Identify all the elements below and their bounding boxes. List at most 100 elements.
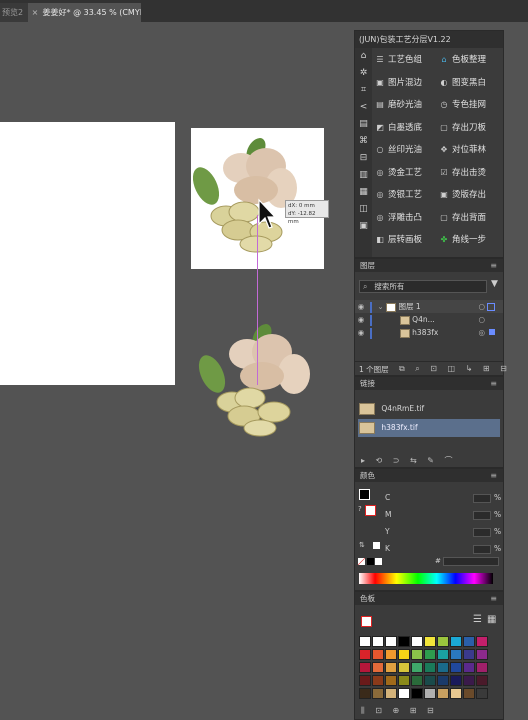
color-swatch[interactable] [372, 662, 384, 673]
visibility-eye-icon[interactable]: ◉ [355, 313, 367, 326]
color-swatch[interactable] [398, 662, 410, 673]
color-swatch[interactable] [372, 688, 384, 699]
color-swatch[interactable] [398, 636, 410, 647]
color-swatch[interactable] [424, 636, 436, 647]
plugin-button[interactable]: ◷ 专色挂网 [439, 97, 487, 113]
links-footer-icons[interactable]: ▸ ⟲ ⊃ ⇆ ✎ ⌒ [361, 455, 457, 466]
color-swatch[interactable] [476, 662, 488, 673]
link-item-selected[interactable]: h383fx.tif [358, 419, 500, 437]
color-swatch[interactable] [424, 688, 436, 699]
tab-preview2[interactable]: 预览2 [0, 3, 28, 22]
layers-footer-icons[interactable]: ⧉ ⌕ ⊡ ◫ ↳ ⊞ ⊟ [399, 364, 511, 374]
plugin-strip-icon[interactable]: ▦ [355, 184, 372, 201]
plugin-strip-icon[interactable]: < [355, 99, 372, 116]
color-swatch[interactable] [424, 662, 436, 673]
color-swatch[interactable] [385, 675, 397, 686]
tab-active-document[interactable]: × 姜姜好* @ 33.45 % (CMYK/预览) [28, 3, 141, 22]
color-swatch[interactable] [411, 636, 423, 647]
color-swatch[interactable] [437, 649, 449, 660]
plugin-strip-icon[interactable]: ▤ [355, 116, 372, 133]
grid-view-icon[interactable]: ▦ [487, 614, 496, 625]
channel-value-field[interactable] [473, 528, 491, 537]
color-swatch[interactable] [450, 675, 462, 686]
stroke-color-box[interactable] [365, 505, 376, 516]
plugin-strip-icon[interactable]: ⌘ [355, 133, 372, 150]
color-swatch[interactable] [359, 688, 371, 699]
color-swatch[interactable] [385, 662, 397, 673]
layers-search-field[interactable]: ⌕ 搜索所有 [359, 280, 487, 293]
color-swatch[interactable] [437, 636, 449, 647]
layer-row-parent[interactable]: ◉ ⌄ 图层 1 ○ [355, 300, 503, 313]
panel-menu-icon[interactable]: ≡ [490, 377, 497, 390]
panel-menu-icon[interactable]: ≡ [490, 592, 497, 605]
color-swatch[interactable] [424, 649, 436, 660]
plugin-button[interactable]: ▢ 存出背面 [439, 210, 486, 226]
color-swatch[interactable] [450, 688, 462, 699]
panel-menu-icon[interactable]: ≡ [490, 469, 497, 482]
plugin-strip-icon[interactable]: ◫ [355, 201, 372, 218]
swatch-fill-stroke-indicator[interactable] [361, 616, 372, 627]
link-item[interactable]: Q4nRmE.tif [359, 401, 499, 417]
color-swatch[interactable] [463, 636, 475, 647]
channel-value-field[interactable] [473, 494, 491, 503]
plugin-strip-icon[interactable]: ▣ [355, 218, 372, 235]
color-swatch[interactable] [437, 662, 449, 673]
none-chip[interactable] [358, 558, 365, 565]
panel-menu-icon[interactable]: ≡ [490, 259, 497, 272]
channel-value-field[interactable] [473, 511, 491, 520]
close-tab-icon[interactable]: × [30, 3, 40, 22]
list-view-icon[interactable]: ☰ [473, 614, 482, 625]
ginger-image-bottom[interactable] [190, 312, 330, 442]
target-circle-icon[interactable]: ○ [478, 300, 485, 313]
plugin-button[interactable]: ◐ 图变黑白 [439, 75, 487, 91]
plugin-strip-icon[interactable]: ⌗ [355, 82, 372, 99]
color-swatch[interactable] [450, 636, 462, 647]
white-chip-2[interactable] [375, 558, 382, 565]
black-chip[interactable] [367, 558, 374, 565]
color-swatch[interactable] [476, 649, 488, 660]
ginger-image-top[interactable] [186, 128, 326, 258]
white-chip[interactable] [373, 542, 380, 549]
channel-value-field[interactable] [473, 545, 491, 554]
color-swatch[interactable] [411, 662, 423, 673]
color-swatch[interactable] [463, 649, 475, 660]
color-swatch[interactable] [463, 675, 475, 686]
fill-color-box[interactable] [359, 489, 370, 500]
plugin-button[interactable]: ▣ 图片混边 [375, 75, 422, 91]
layer-row-child[interactable]: ◉ Q4n... ○ [355, 313, 503, 326]
color-swatch[interactable] [359, 636, 371, 647]
color-swatch[interactable] [476, 636, 488, 647]
plugin-button[interactable]: ◩ 白墨透底 [375, 120, 422, 136]
filter-icon[interactable]: ▼ [491, 279, 498, 289]
swap-icon[interactable]: ⇅ [359, 541, 365, 549]
plugin-strip-icon[interactable]: ⌂ [355, 48, 372, 65]
swatches-footer-icons[interactable]: ⫼ ⊡ ⊕ ⊞ ⊟ [361, 706, 438, 716]
selection-square-icon[interactable] [487, 303, 495, 311]
layer-row-child[interactable]: ◉ h383fx ◎ [355, 326, 503, 339]
color-swatch[interactable] [398, 675, 410, 686]
color-swatch[interactable] [385, 636, 397, 647]
color-swatch[interactable] [450, 662, 462, 673]
hex-field[interactable] [443, 557, 499, 566]
color-swatch[interactable] [463, 688, 475, 699]
color-swatch[interactable] [411, 675, 423, 686]
plugin-button[interactable]: ▣ 烫版存出 [439, 187, 486, 203]
color-swatch[interactable] [359, 649, 371, 660]
plugin-button[interactable]: ✤ 角线一步 [439, 232, 486, 248]
plugin-button[interactable]: ◎ 浮雕击凸 [375, 210, 423, 226]
target-circle-icon[interactable]: ◎ [478, 326, 485, 339]
color-swatch[interactable] [398, 688, 410, 699]
color-swatch[interactable] [385, 649, 397, 660]
color-swatch[interactable] [424, 675, 436, 686]
color-swatch[interactable] [463, 662, 475, 673]
plugin-button[interactable]: ▢ 存出刀板 [439, 120, 486, 136]
plugin-button[interactable]: ⌂ 色板整理 [439, 52, 486, 68]
color-swatch[interactable] [476, 688, 488, 699]
plugin-button[interactable]: ◎ 烫金工艺 [375, 165, 423, 181]
plugin-strip-icon[interactable]: ▥ [355, 167, 372, 184]
plugin-button[interactable]: ○ 丝印光油 [375, 142, 423, 158]
plugin-button[interactable]: ☑ 存出击烫 [439, 165, 486, 181]
selection-square-icon[interactable] [489, 329, 495, 335]
color-swatch[interactable] [372, 636, 384, 647]
color-swatch[interactable] [411, 649, 423, 660]
